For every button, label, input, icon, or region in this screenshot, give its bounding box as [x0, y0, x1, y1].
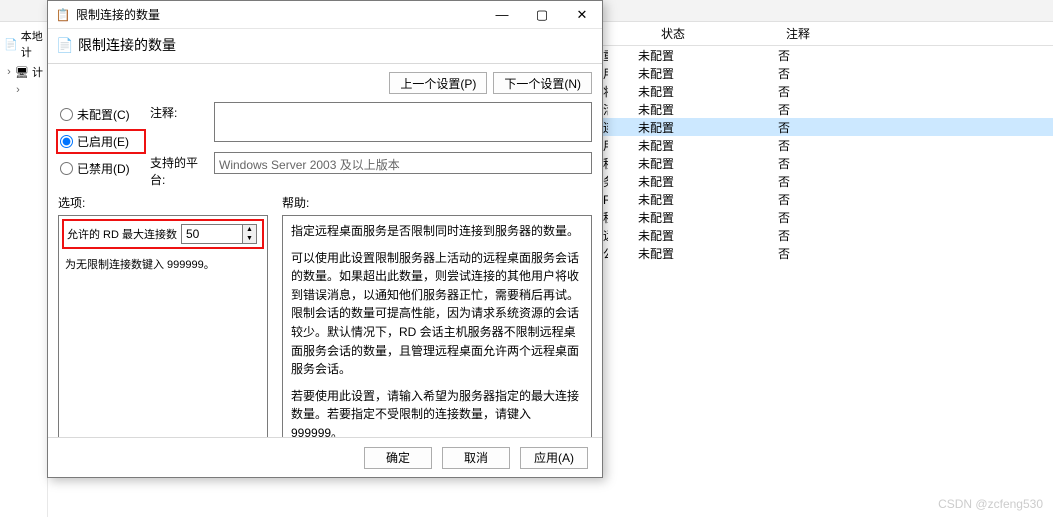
ok-button[interactable]: 确定 — [364, 447, 432, 469]
unlimited-hint: 为无限制连接数键入 999999。 — [65, 256, 261, 272]
folder-icon: 📄 — [4, 37, 18, 51]
column-note[interactable]: 注释 — [738, 25, 858, 42]
dialog-subheader: 📄 限制连接的数量 — [48, 29, 602, 64]
dialog-subtitle: 限制连接的数量 — [78, 35, 176, 55]
tree-root[interactable]: 📄 本地计 — [2, 26, 45, 62]
platform-label: 支持的平台: — [150, 152, 208, 188]
help-paragraph: 指定远程桌面服务是否限制同时连接到服务器的数量。 — [291, 222, 583, 241]
help-paragraph: 若要使用此设置，请输入希望为服务器指定的最大连接数量。若要指定不受限制的连接数量… — [291, 387, 583, 437]
radio-disabled[interactable]: 已禁用(D) — [58, 158, 144, 179]
toolbar-icon — [6, 4, 20, 18]
comment-field[interactable] — [214, 102, 592, 142]
help-paragraph: 可以使用此设置限制服务器上活动的远程桌面服务会话的数量。如果超出此数量，则尝试连… — [291, 249, 583, 379]
radio-unconfigured[interactable]: 未配置(C) — [58, 104, 144, 125]
prev-setting-button[interactable]: 上一个设置(P) — [389, 72, 487, 94]
max-conn-label: 允许的 RD 最大连接数 — [67, 226, 177, 242]
policy-dialog: 📋 限制连接的数量 — ▢ ✕ 📄 限制连接的数量 上一个设置(P) 下一个设置… — [47, 0, 603, 478]
comment-label: 注释: — [150, 102, 208, 121]
tree-child-arrow[interactable]: › — [2, 82, 45, 98]
chevron-right-icon[interactable]: › — [14, 84, 22, 96]
policy-icon: 📄 — [58, 38, 72, 52]
radio-enabled[interactable]: 已启用(E) — [58, 131, 144, 152]
options-label: 选项: — [58, 194, 268, 211]
cancel-button[interactable]: 取消 — [442, 447, 510, 469]
radio-disabled-input[interactable] — [60, 162, 73, 175]
radio-disabled-label: 已禁用(D) — [77, 160, 130, 177]
maximize-button[interactable]: ▢ — [522, 1, 562, 29]
radio-enabled-label: 已启用(E) — [77, 133, 129, 150]
max-conn-input[interactable] — [182, 225, 242, 243]
tree-child[interactable]: › 🖥 计 — [2, 62, 45, 82]
help-panel[interactable]: 指定远程桌面服务是否限制同时连接到服务器的数量。可以使用此设置限制服务器上活动的… — [282, 215, 592, 437]
options-panel: 允许的 RD 最大连接数 ▲ ▼ 为无限制连接数键入 999999。 — [58, 215, 268, 437]
max-conn-spinner[interactable]: ▲ ▼ — [181, 224, 257, 244]
column-state[interactable]: 状态 — [608, 25, 738, 42]
computer-icon: 🖥 — [15, 65, 29, 79]
minimize-button[interactable]: — — [482, 1, 522, 29]
next-setting-button[interactable]: 下一个设置(N) — [493, 72, 592, 94]
tree-root-label: 本地计 — [21, 28, 43, 60]
help-label: 帮助: — [282, 194, 309, 211]
apply-button[interactable]: 应用(A) — [520, 447, 588, 469]
tree-child-label: 计 — [32, 64, 43, 80]
dialog-footer: 确定 取消 应用(A) — [48, 437, 602, 477]
sidebar-tree[interactable]: 📄 本地计 › 🖥 计 › — [0, 22, 48, 517]
spin-down-icon[interactable]: ▼ — [243, 234, 256, 243]
close-button[interactable]: ✕ — [562, 1, 602, 29]
radio-enabled-input[interactable] — [60, 135, 73, 148]
platform-field: Windows Server 2003 及以上版本 — [214, 152, 592, 174]
policy-icon: 📋 — [56, 8, 70, 22]
dialog-title: 限制连接的数量 — [76, 6, 160, 23]
chevron-right-icon[interactable]: › — [6, 66, 12, 78]
watermark: CSDN @zcfeng530 — [938, 497, 1043, 511]
spin-up-icon[interactable]: ▲ — [243, 225, 256, 234]
radio-unconfigured-input[interactable] — [60, 108, 73, 121]
radio-unconfigured-label: 未配置(C) — [77, 106, 130, 123]
titlebar[interactable]: 📋 限制连接的数量 — ▢ ✕ — [48, 1, 602, 29]
